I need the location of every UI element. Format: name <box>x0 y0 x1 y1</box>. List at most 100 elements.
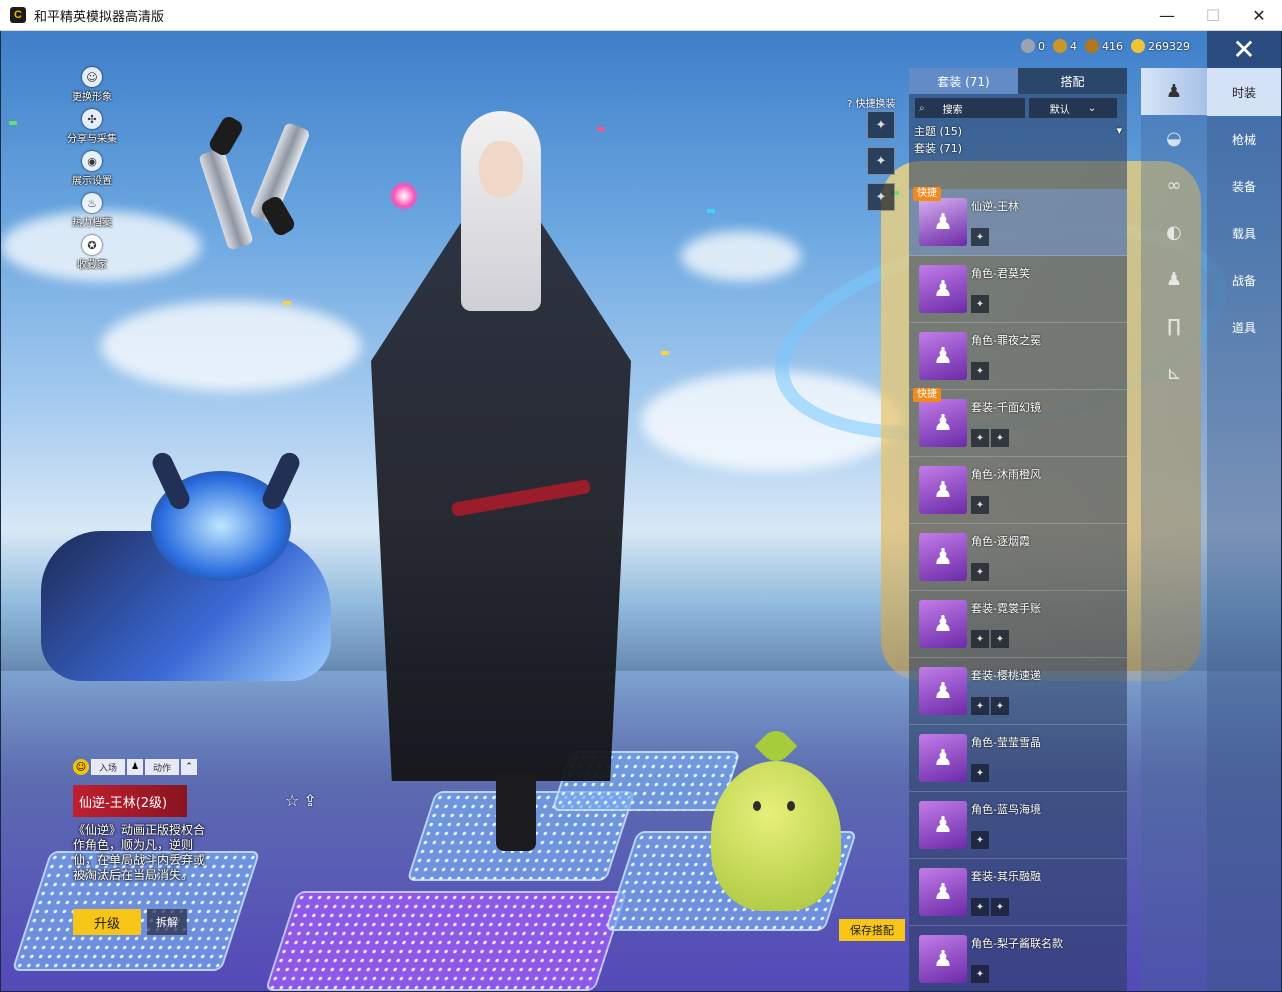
part-icon: ✦ <box>971 898 989 916</box>
mascot-pet <box>701 724 851 911</box>
favorite-icon[interactable]: ☆ <box>285 791 299 810</box>
currency-value: 0 <box>1038 39 1045 53</box>
top-icon[interactable]: ♟ <box>1141 256 1207 303</box>
action-button[interactable]: 动作 <box>145 759 180 775</box>
quick-change-text: 快捷换装 <box>855 99 896 110</box>
left-menu-display-settings[interactable]: ◉ 展示设置 <box>61 151 123 187</box>
minimize-button[interactable]: — <box>1144 0 1190 31</box>
tab-props[interactable]: 道具 <box>1207 304 1281 351</box>
outfit-item[interactable]: ♟ 角色-莹莹雪晶 ✦ <box>909 725 1127 792</box>
outfit-info: 套装-樱桃速递 ✦ ✦ <box>971 667 1041 715</box>
outfit-item[interactable]: ♟ 角色-蓝鸟海境 ✦ <box>909 792 1127 859</box>
outfit-item[interactable]: 快捷 ♟ 仙逆-王林 ✦ <box>909 187 1127 256</box>
sort-dropdown[interactable]: 默认 ⌄ <box>1029 98 1117 118</box>
caret-down-icon: ▾ <box>1116 124 1122 137</box>
tab-vehicles[interactable]: 载具 <box>1207 210 1281 257</box>
outfit-parts: ✦ ✦ <box>971 898 1041 916</box>
currency-value: 269329 <box>1148 39 1190 53</box>
theme-section[interactable]: 主题 (15) ▾ <box>909 122 1127 139</box>
outfit-info: 套装-霓裳手账 ✦ ✦ <box>971 600 1041 648</box>
outfit-parts: ✦ <box>971 764 1041 782</box>
outfit-parts: ✦ <box>971 496 1041 514</box>
hero-face <box>479 141 523 197</box>
outfit-list: 快捷 ♟ 仙逆-王林 ✦ ♟ 角色-君莫笑 ✦ ♟ 角色-罪夜之冕 ✦ 快捷 ♟… <box>909 187 1127 991</box>
outfit-name: 套装-樱桃速递 <box>971 669 1041 682</box>
outfit-icon[interactable]: ♟ <box>1141 68 1207 115</box>
enter-animation-button[interactable]: 入场 <box>91 759 126 775</box>
part-icon: ✦ <box>971 831 989 849</box>
quick-slot[interactable]: ✦ <box>867 147 895 175</box>
outfit-parts: ✦ <box>971 563 1030 581</box>
outfit-parts: ✦ ✦ <box>971 429 1041 447</box>
close-window-button[interactable]: ✕ <box>1236 0 1282 31</box>
upgrade-button[interactable]: 升级 <box>73 909 141 935</box>
outfit-parts: ✦ <box>971 228 1019 246</box>
tab-combos[interactable]: 搭配 <box>1018 68 1127 94</box>
part-icon: ✦ <box>971 496 989 514</box>
outfit-item[interactable]: ♟ 角色-沐雨橙风 ✦ <box>909 457 1127 524</box>
quick-change-label[interactable]: ? 快捷换装 <box>847 95 896 110</box>
tab-fashion[interactable]: 时装 <box>1207 68 1281 116</box>
pose-icon[interactable]: ♟ <box>127 759 144 775</box>
outfit-item[interactable]: ♟ 角色-罪夜之冕 ✦ <box>909 323 1127 390</box>
share-icon[interactable]: ⇪ <box>303 791 316 810</box>
shoes-icon[interactable]: ⊾ <box>1141 350 1207 397</box>
outfit-item[interactable]: ♟ 套装-樱桃速递 ✦ ✦ <box>909 658 1127 725</box>
outfit-item[interactable]: ♟ 套装-霓裳手账 ✦ ✦ <box>909 591 1127 658</box>
goggles-icon[interactable]: ∞ <box>1141 162 1207 209</box>
currency-gold: 269329 <box>1131 39 1190 53</box>
mascot-body <box>711 761 841 911</box>
maximize-button[interactable]: ☐ <box>1190 0 1236 31</box>
outfit-item[interactable]: ♟ 角色-梨子酱联名款 ✦ <box>909 926 1127 991</box>
floor-tile <box>264 891 628 991</box>
help-icon[interactable]: ? <box>847 99 852 110</box>
emote-icon[interactable]: ☺ <box>73 759 89 775</box>
outfit-item[interactable]: ♟ 角色-君莫笑 ✦ <box>909 256 1127 323</box>
character-icon: ♟ <box>933 879 953 905</box>
close-icon[interactable]: ✕ <box>1207 31 1281 68</box>
left-menu-collector[interactable]: ✪ 收藏家 <box>61 235 123 271</box>
theme-label: 主题 (15) <box>914 124 963 138</box>
outfit-item[interactable]: ♟ 套装-其乐融融 ✦ ✦ <box>909 859 1127 926</box>
quick-slot[interactable]: ✦ <box>867 111 895 139</box>
hero-character[interactable] <box>341 111 661 851</box>
part-icon: ✦ <box>991 697 1009 715</box>
currency-value: 4 <box>1070 39 1077 53</box>
outfit-item[interactable]: 快捷 ♟ 套装-千面幻镜 ✦ ✦ <box>909 388 1127 457</box>
currency-silver: 0 <box>1021 39 1045 53</box>
chevron-up-icon[interactable]: ⌃ <box>181 759 198 775</box>
currency-bar: 0 4 416 269329 <box>1021 39 1190 53</box>
hat-icon[interactable]: ◒ <box>1141 115 1207 162</box>
character-icon: ♟ <box>933 276 953 302</box>
save-outfit-button[interactable]: 保存搭配 <box>839 919 905 941</box>
left-menu-share[interactable]: ✣ 分享与采集 <box>61 109 123 145</box>
left-menu-change-look[interactable]: ☺ 更换形象 <box>61 67 123 103</box>
dismantle-button[interactable]: 拆解 <box>147 909 187 935</box>
revolver-grip <box>258 194 298 238</box>
outfit-info: 角色-逐烟霞 ✦ <box>971 533 1030 581</box>
character-icon: ♟ <box>933 745 953 771</box>
outfit-parts: ✦ ✦ <box>971 630 1041 648</box>
left-menu-heat-profile[interactable]: ♨ 热力档案 <box>61 193 123 229</box>
part-icon: ✦ <box>971 697 989 715</box>
outfit-info: 角色-莹莹雪晶 ✦ <box>971 734 1041 782</box>
outfit-panel: 套装 (71) 搭配 ⌕ 搜索 默认 ⌄ 主题 (15) ▾ 套装 (71) 快… <box>909 68 1127 991</box>
pants-icon[interactable]: ∏ <box>1141 303 1207 350</box>
quick-slot[interactable]: ✦ <box>867 183 895 211</box>
character-icon: ♟ <box>933 946 953 972</box>
outfit-name: 角色-君莫笑 <box>971 267 1030 280</box>
outfit-thumbnail: ♟ <box>919 198 967 246</box>
outfit-item[interactable]: ♟ 角色-逐烟霞 ✦ <box>909 524 1127 591</box>
outfit-thumbnail: ♟ <box>919 332 967 380</box>
outfit-thumbnail: ♟ <box>919 734 967 782</box>
mask-icon[interactable]: ◐ <box>1141 209 1207 256</box>
tab-equipment[interactable]: 装备 <box>1207 163 1281 210</box>
share-icon: ✣ <box>82 109 102 129</box>
tab-suits[interactable]: 套装 (71) <box>909 68 1018 94</box>
outfit-thumbnail: ♟ <box>919 265 967 313</box>
outfit-name: 角色-莹莹雪晶 <box>971 736 1041 749</box>
tab-weapons[interactable]: 枪械 <box>1207 116 1281 163</box>
outfit-thumbnail: ♟ <box>919 935 967 983</box>
search-input[interactable]: ⌕ 搜索 <box>915 98 1025 118</box>
tab-battle-gear[interactable]: 战备 <box>1207 257 1281 304</box>
